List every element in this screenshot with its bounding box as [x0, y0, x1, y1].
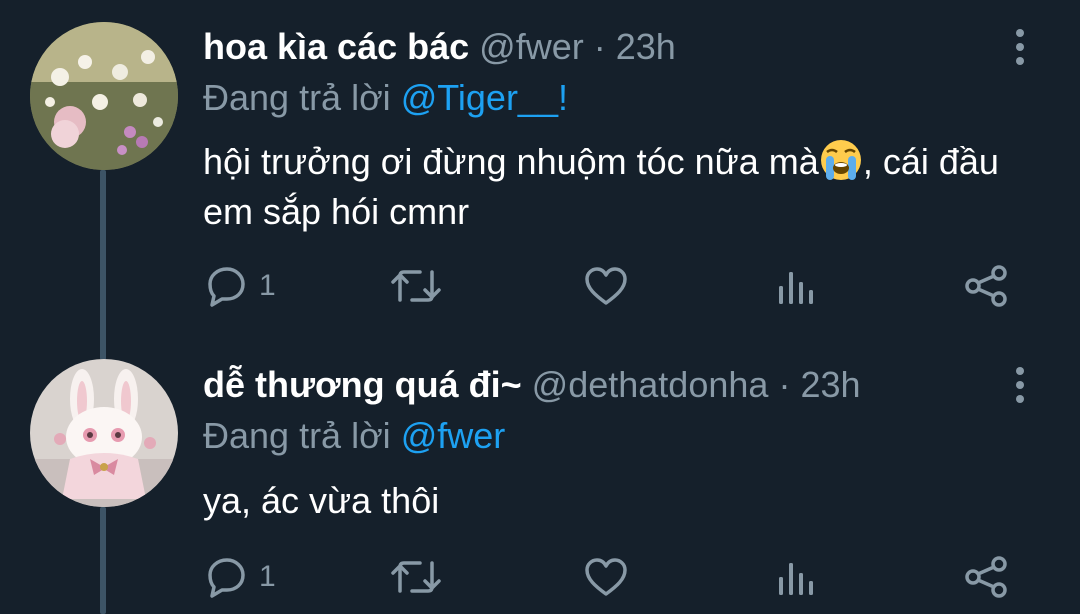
reply-mention-link[interactable]: @Tiger__!	[401, 77, 568, 118]
user-handle[interactable]: @dethatdonha	[532, 364, 769, 405]
tweet-text: ya, ác vừa thôi	[203, 476, 1043, 526]
retweet-icon	[391, 270, 441, 302]
tweet[interactable]: dễ thương quá đi~ @dethatdonha · 23h Đan…	[0, 345, 1080, 614]
display-name[interactable]: dễ thương quá đi~	[203, 364, 522, 405]
tweet-text-part: ya, ác vừa thôi	[203, 480, 440, 521]
tweet-header: dễ thương quá đi~ @dethatdonha · 23h	[203, 363, 861, 407]
tweet[interactable]: hoa kìa các bác @fwer · 23h Đang trả lời…	[0, 0, 1080, 345]
reply-prefix: Đang trả lời	[203, 77, 391, 118]
retweet-button[interactable]	[390, 553, 442, 601]
reply-icon	[208, 558, 245, 598]
reply-mention-link[interactable]: @fwer	[401, 415, 506, 456]
share-icon	[965, 265, 1007, 307]
analytics-button[interactable]	[775, 553, 815, 601]
avatar-flowers-image	[30, 22, 178, 170]
heart-icon	[585, 558, 627, 596]
reply-context: Đang trả lời @Tiger__!	[203, 76, 568, 120]
share-icon	[965, 556, 1007, 598]
retweet-icon	[391, 561, 441, 593]
tweet-text-part: hội trưởng ơi đừng nhuộm tóc nữa mà	[203, 141, 819, 182]
like-button[interactable]	[583, 553, 629, 601]
reply-button[interactable]: 1	[205, 553, 276, 601]
retweet-button[interactable]	[390, 262, 442, 310]
reply-button[interactable]: 1	[205, 262, 276, 310]
separator-dot: ·	[593, 26, 606, 67]
reply-prefix: Đang trả lời	[203, 415, 391, 456]
analytics-button[interactable]	[775, 262, 815, 310]
more-vertical-icon[interactable]	[1008, 363, 1032, 407]
more-vertical-icon[interactable]	[1008, 25, 1032, 69]
display-name[interactable]: hoa kìa các bác	[203, 26, 469, 67]
loudly-crying-face-icon	[820, 140, 861, 180]
timestamp[interactable]: 23h	[616, 26, 676, 67]
tweet-actions: 1	[0, 262, 1080, 310]
separator-dot: ·	[778, 364, 791, 405]
reply-context: Đang trả lời @fwer	[203, 414, 505, 458]
tweet-text: hội trưởng ơi đừng nhuộm tóc nữa mà , cá…	[203, 137, 1043, 237]
tweet-actions: 1	[0, 553, 1080, 601]
avatar[interactable]	[30, 359, 178, 507]
like-button[interactable]	[583, 262, 629, 310]
avatar[interactable]	[30, 22, 178, 170]
avatar-plush-bunny-image	[30, 359, 178, 507]
reply-count: 1	[259, 560, 276, 593]
analytics-icon	[779, 272, 813, 304]
share-button[interactable]	[963, 262, 1009, 310]
conversation-thread: hoa kìa các bác @fwer · 23h Đang trả lời…	[0, 0, 1080, 614]
share-button[interactable]	[963, 553, 1009, 601]
analytics-icon	[779, 563, 813, 595]
tweet-header: hoa kìa các bác @fwer · 23h	[203, 25, 676, 69]
reply-icon	[208, 267, 245, 307]
timestamp[interactable]: 23h	[800, 364, 860, 405]
user-handle[interactable]: @fwer	[479, 26, 584, 67]
heart-icon	[585, 267, 627, 305]
reply-count: 1	[259, 269, 276, 302]
